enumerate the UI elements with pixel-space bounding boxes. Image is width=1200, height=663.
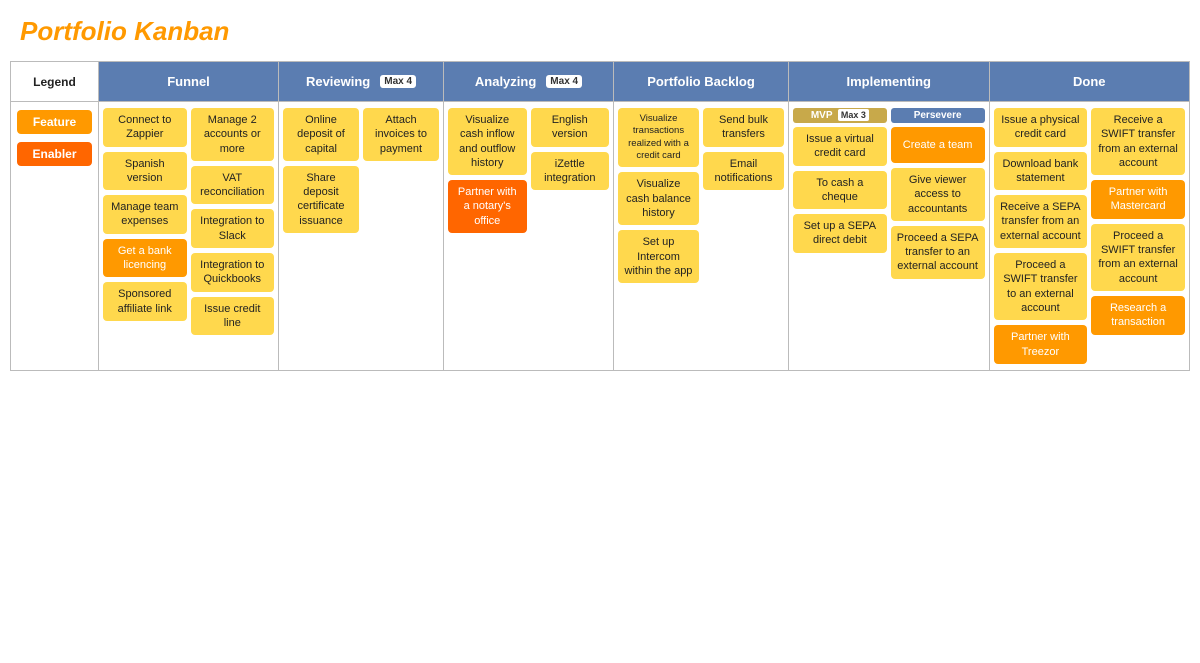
card[interactable]: Connect to Zappier <box>103 108 187 147</box>
card[interactable]: Email notifications <box>703 152 784 191</box>
card[interactable]: Integration to Quickbooks <box>191 253 275 292</box>
card[interactable]: Issue a virtual credit card <box>793 127 887 166</box>
page: Portfolio Kanban Legend Feature Enabler … <box>0 0 1200 663</box>
portfolio-backlog-sub-col-1: Visualize transactions realized with a c… <box>618 108 699 364</box>
reviewing-header-label: Reviewing <box>306 74 370 89</box>
card[interactable]: Receive a SEPA transfer from an external… <box>994 195 1088 248</box>
analyzing-sub-col-2: English version iZettle integration <box>531 108 610 364</box>
card[interactable]: Get a bank licencing <box>103 239 187 278</box>
legend-body: Feature Enabler <box>11 102 98 370</box>
done-sub-col-1: Issue a physical credit card Download ba… <box>994 108 1088 364</box>
portfolio-backlog-header: Portfolio Backlog <box>614 62 788 102</box>
portfolio-backlog-body: Visualize transactions realized with a c… <box>614 102 788 370</box>
persevere-sub-header: Persevere <box>891 108 985 123</box>
card[interactable]: Integration to Slack <box>191 209 275 248</box>
reviewing-body: Online deposit of capital Share deposit … <box>279 102 443 370</box>
card[interactable]: To cash a cheque <box>793 171 887 210</box>
card[interactable]: English version <box>531 108 610 147</box>
card[interactable]: Receive a SWIFT transfer from an externa… <box>1091 108 1185 175</box>
portfolio-backlog-column: Portfolio Backlog Visualize transactions… <box>614 62 789 370</box>
done-sub-col-2: Receive a SWIFT transfer from an externa… <box>1091 108 1185 364</box>
reviewing-sub-col-2: Attach invoices to payment <box>363 108 439 364</box>
card[interactable]: Partner with Mastercard <box>1091 180 1185 219</box>
card[interactable]: Give viewer access to accountants <box>891 168 985 221</box>
card[interactable]: Manage team expenses <box>103 195 187 234</box>
funnel-body: Connect to Zappier Spanish version Manag… <box>99 102 278 370</box>
analyzing-header-label: Analyzing <box>475 74 536 89</box>
implementing-persevere-col: Create a team Give viewer access to acco… <box>891 127 985 364</box>
card[interactable]: Set up Intercom within the app <box>618 230 699 283</box>
implementing-body: MVP Max 3 Persevere Issue a virtual cred… <box>789 102 989 370</box>
card[interactable]: Send bulk transfers <box>703 108 784 147</box>
card[interactable]: Download bank statement <box>994 152 1088 191</box>
card[interactable]: Issue a physical credit card <box>994 108 1088 147</box>
legend-column: Legend Feature Enabler <box>11 62 99 370</box>
card[interactable]: iZettle integration <box>531 152 610 191</box>
card[interactable]: Research a transaction <box>1091 296 1185 335</box>
reviewing-sub-col-1: Online deposit of capital Share deposit … <box>283 108 359 364</box>
done-header: Done <box>990 62 1190 102</box>
analyzing-header: Analyzing Max 4 <box>444 62 613 102</box>
done-column: Done Issue a physical credit card Downlo… <box>990 62 1190 370</box>
reviewing-header: Reviewing Max 4 <box>279 62 443 102</box>
card[interactable]: Online deposit of capital <box>283 108 359 161</box>
funnel-sub-col-1: Connect to Zappier Spanish version Manag… <box>103 108 187 364</box>
funnel-header-label: Funnel <box>167 74 210 89</box>
mvp-sub-header: MVP Max 3 <box>793 108 887 123</box>
card[interactable]: Attach invoices to payment <box>363 108 439 161</box>
card[interactable]: Partner with Treezor <box>994 325 1088 364</box>
reviewing-column: Reviewing Max 4 Online deposit of capita… <box>279 62 444 370</box>
analyzing-sub-col-1: Visualize cash inflow and outflow histor… <box>448 108 527 364</box>
funnel-column: Funnel Connect to Zappier Spanish versio… <box>99 62 279 370</box>
card[interactable]: Manage 2 accounts or more <box>191 108 275 161</box>
enabler-badge: Enabler <box>17 142 92 166</box>
card[interactable]: Visualize cash inflow and outflow histor… <box>448 108 527 175</box>
card[interactable]: Create a team <box>891 127 985 163</box>
feature-badge: Feature <box>17 110 92 134</box>
legend-header: Legend <box>11 62 98 102</box>
card[interactable]: Sponsored affiliate link <box>103 282 187 321</box>
kanban-board: Legend Feature Enabler Funnel Connect to… <box>10 61 1190 371</box>
analyzing-body: Visualize cash inflow and outflow histor… <box>444 102 613 370</box>
portfolio-backlog-sub-col-2: Send bulk transfers Email notifications <box>703 108 784 364</box>
card[interactable]: Proceed a SWIFT transfer from an externa… <box>1091 224 1185 291</box>
card[interactable]: Share deposit certificate issuance <box>283 166 359 233</box>
implementing-header-label: Implementing <box>846 74 931 89</box>
analyzing-max-badge: Max 4 <box>546 75 582 88</box>
card[interactable]: Visualize cash balance history <box>618 172 699 225</box>
analyzing-column: Analyzing Max 4 Visualize cash inflow an… <box>444 62 614 370</box>
card[interactable]: VAT reconciliation <box>191 166 275 205</box>
card[interactable]: Proceed a SWIFT transfer to an external … <box>994 253 1088 320</box>
done-header-label: Done <box>1073 74 1106 89</box>
card[interactable]: Set up a SEPA direct debit <box>793 214 887 253</box>
card[interactable]: Partner with a notary's office <box>448 180 527 233</box>
implementing-header: Implementing <box>789 62 989 102</box>
portfolio-backlog-header-label: Portfolio Backlog <box>647 74 755 89</box>
card[interactable]: Visualize transactions realized with a c… <box>618 108 699 167</box>
card[interactable]: Spanish version <box>103 152 187 191</box>
funnel-header: Funnel <box>99 62 278 102</box>
implementing-column: Implementing MVP Max 3 Persevere Issue a… <box>789 62 990 370</box>
funnel-sub-col-2: Manage 2 accounts or more VAT reconcilia… <box>191 108 275 364</box>
page-title: Portfolio Kanban <box>10 16 1190 47</box>
done-body: Issue a physical credit card Download ba… <box>990 102 1190 370</box>
card[interactable]: Proceed a SEPA transfer to an external a… <box>891 226 985 279</box>
reviewing-max-badge: Max 4 <box>380 75 416 88</box>
implementing-mvp-col: Issue a virtual credit card To cash a ch… <box>793 127 887 364</box>
card[interactable]: Issue credit line <box>191 297 275 336</box>
